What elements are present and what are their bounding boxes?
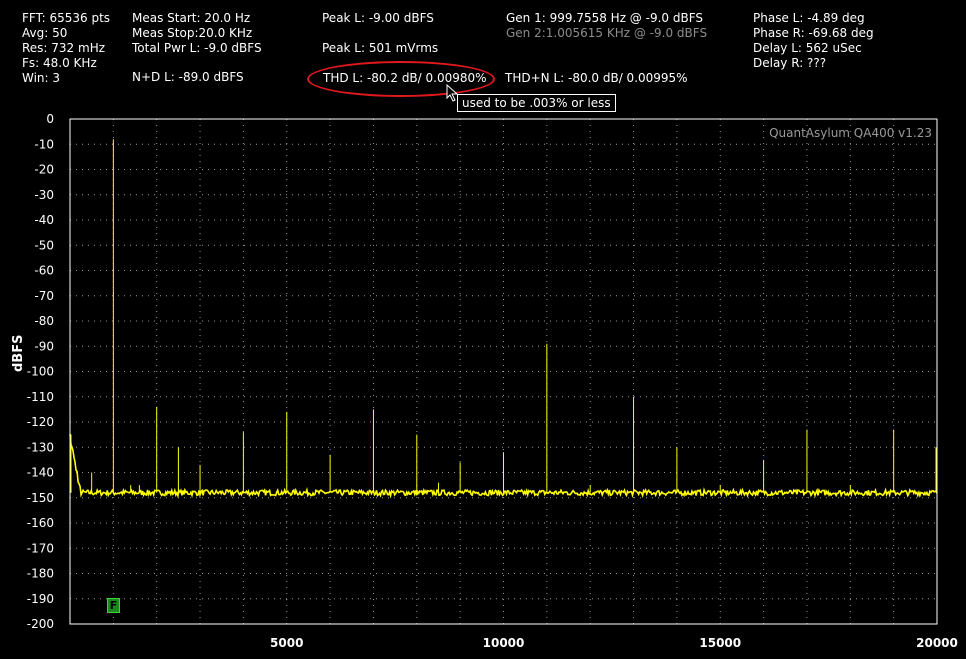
y-tick-label: -200 — [27, 617, 54, 631]
y-tick-label: 0 — [46, 112, 54, 126]
y-tick-label: -70 — [34, 289, 54, 303]
y-tick-label: -130 — [27, 440, 54, 454]
y-tick-label: -120 — [27, 415, 54, 429]
annotation-note: used to be .003% or less — [457, 94, 616, 112]
y-tick-label: -100 — [27, 365, 54, 379]
y-tick-label: -30 — [34, 188, 54, 202]
y-tick-label: -10 — [34, 137, 54, 151]
y-axis-ticks: 0 -10 -20 -30 -40 -50 -60 -70 -80 -90 -100 -110 -120… — [27, 112, 54, 631]
y-tick-label: -180 — [27, 567, 54, 581]
f-marker[interactable]: F — [107, 598, 120, 613]
thd-highlight-oval — [307, 61, 495, 97]
y-tick-label: -170 — [27, 541, 54, 555]
x-tick-label: 20000 — [916, 636, 958, 650]
y-tick-label: -50 — [34, 238, 54, 252]
y-tick-label: -110 — [27, 390, 54, 404]
x-tick-label: 15000 — [699, 636, 741, 650]
y-tick-label: -40 — [34, 213, 54, 227]
y-tick-label: -90 — [34, 339, 54, 353]
y-tick-label: -150 — [27, 491, 54, 505]
y-tick-label: -160 — [27, 516, 54, 530]
y-tick-label: -190 — [27, 592, 54, 606]
y-tick-label: -60 — [34, 264, 54, 278]
y-tick-label: -140 — [27, 466, 54, 480]
y-tick-label: -20 — [34, 163, 54, 177]
y-axis-label: dBFS — [11, 335, 26, 372]
x-axis-ticks: 5000 10000 15000 20000 — [270, 636, 958, 650]
x-tick-label: 5000 — [270, 636, 303, 650]
grid — [70, 118, 937, 625]
y-tick-label: -80 — [34, 314, 54, 328]
x-tick-label: 10000 — [483, 636, 525, 650]
brand-label: QuantAsylum QA400 v1.23 — [769, 126, 932, 140]
